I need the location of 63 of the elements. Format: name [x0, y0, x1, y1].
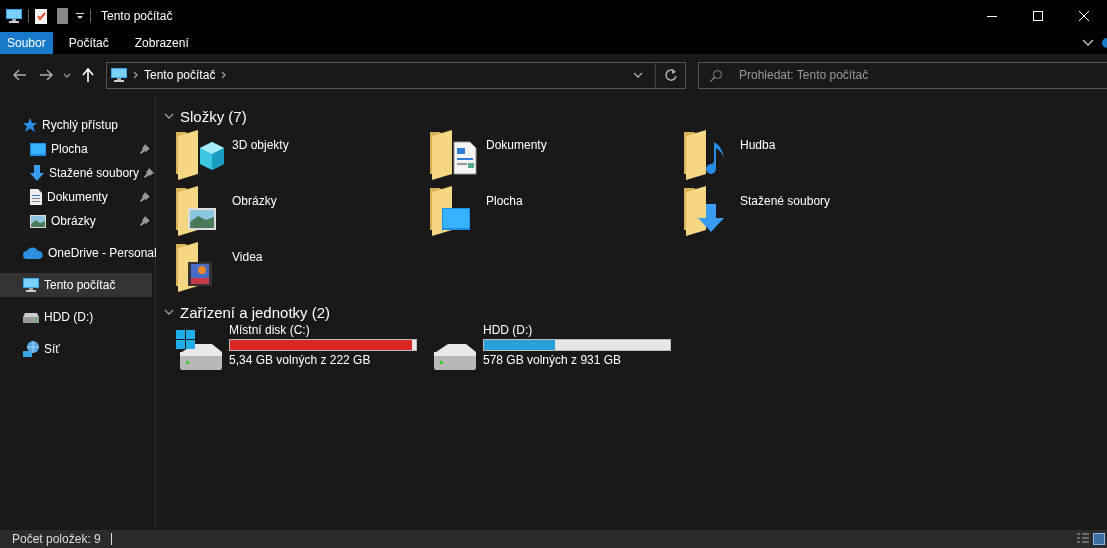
chevron-icon: [133, 71, 138, 79]
forward-arrow-icon: [39, 69, 53, 81]
star-icon: [23, 118, 37, 132]
section-header[interactable]: Zařízení a jednotky (2): [164, 302, 331, 322]
details-view-icon: [1077, 533, 1089, 545]
drive-name[interactable]: HDD (D:): [483, 323, 671, 337]
address-bar[interactable]: Tento počítač: [106, 61, 686, 89]
document-icon: [30, 189, 42, 205]
free-space-text: 5,34 GB volných z 222 GB: [229, 353, 372, 367]
sidebar-item[interactable]: Stažené soubory: [0, 161, 152, 185]
sidebar-item[interactable]: Plocha: [0, 137, 152, 161]
ribbon-tab[interactable]: Počítač: [58, 32, 119, 54]
up-arrow-icon: [82, 68, 94, 82]
sidebar-item[interactable]: Obrázky: [0, 209, 152, 233]
properties-icon[interactable]: [35, 8, 47, 24]
folder-name[interactable]: Dokumenty: [486, 138, 547, 152]
dropdown-chevron-icon[interactable]: [633, 72, 643, 78]
search-field[interactable]: Prohledat: Tento počítač: [698, 61, 1107, 89]
folder-name[interactable]: Videa: [232, 250, 263, 264]
computer-icon: [111, 68, 127, 82]
tiles-view-icon: [1093, 533, 1105, 545]
ribbon-tab[interactable]: Zobrazení: [124, 32, 199, 54]
sidebar-item[interactable]: Dokumenty: [0, 185, 152, 209]
tiles-view-button[interactable]: [1091, 533, 1107, 545]
breadcrumb[interactable]: Tento počítač: [144, 68, 216, 82]
globe-icon: [23, 341, 39, 357]
folder-icon: [176, 130, 224, 182]
item-count: Počet položek: 9: [12, 532, 101, 546]
maximize-icon: [1033, 11, 1043, 21]
ribbon-tab[interactable]: Soubor: [0, 32, 53, 54]
computer-icon: [6, 9, 22, 23]
monitor-icon: [30, 142, 46, 156]
free-space-text: 578 GB volných z 931 GB: [483, 353, 623, 367]
computer-icon: [23, 278, 39, 292]
cloud-icon: [23, 247, 43, 259]
down-arrow-icon: [30, 165, 44, 181]
drive-name[interactable]: Místní disk (C:): [229, 323, 417, 337]
dropdown-icon[interactable]: [76, 12, 84, 20]
drive-icon: [23, 311, 39, 323]
folder-name[interactable]: 3D objekty: [232, 138, 289, 152]
caret-icon: [63, 72, 71, 78]
sidebar-item[interactable]: HDD (D:): [0, 305, 152, 329]
folder-name[interactable]: Obrázky: [232, 194, 277, 208]
close-icon: [1079, 11, 1089, 21]
search-icon: [710, 69, 722, 82]
sidebar-item[interactable]: Síť: [0, 337, 152, 361]
chevron-down-icon: [164, 113, 174, 119]
folder-name[interactable]: Stažené soubory: [740, 194, 831, 208]
window-title: Tento počítač: [101, 9, 173, 23]
refresh-icon: [664, 69, 677, 81]
picture-icon: [30, 214, 46, 228]
section-header[interactable]: Složky (7): [164, 106, 247, 126]
sidebar-item[interactable]: Rychlý přístup: [0, 113, 152, 137]
folder-name[interactable]: Hudba: [740, 138, 776, 152]
chevron-icon: [221, 71, 227, 79]
folder-icon: [430, 130, 478, 182]
chevron-down-icon: [164, 309, 174, 315]
help-icon[interactable]: [1102, 38, 1107, 48]
hard-drive-icon: [176, 330, 224, 370]
sidebar-item[interactable]: Tento počítač: [0, 273, 152, 297]
folder-name[interactable]: Plocha: [486, 194, 523, 208]
back-arrow-icon: [13, 69, 27, 81]
expand-ribbon-icon[interactable]: [1082, 39, 1094, 47]
